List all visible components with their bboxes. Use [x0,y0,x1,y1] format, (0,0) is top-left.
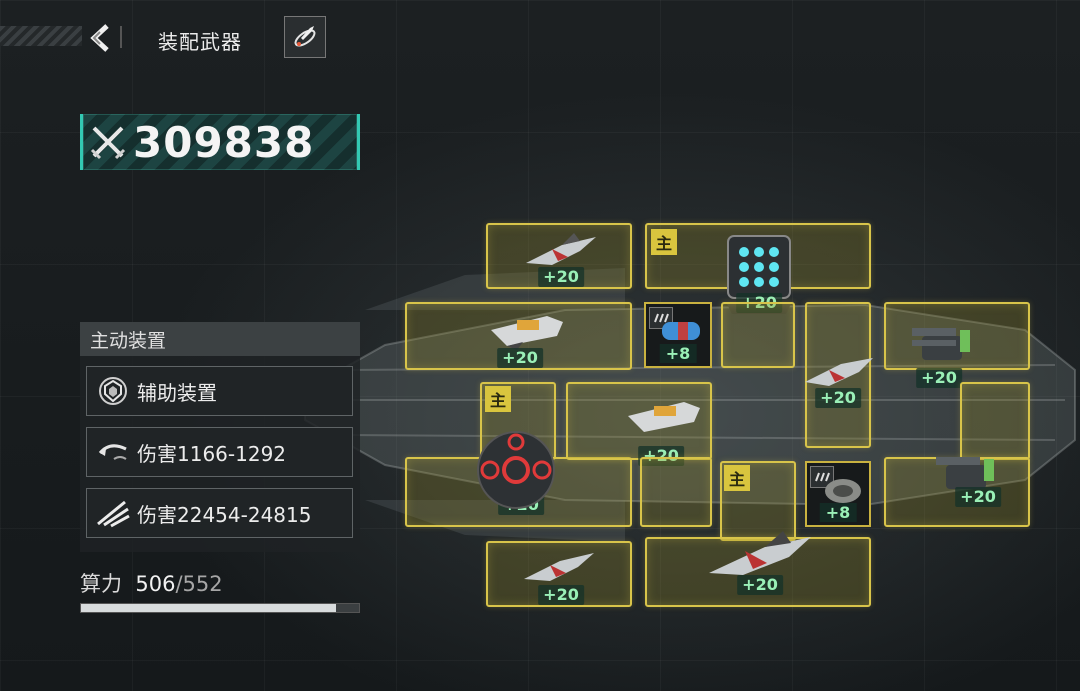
active-device-panel: 主动装置 辅助装置 伤害1166-1292 伤害22454-24815 [80,322,360,552]
weapon-slot-9[interactable]: +8 [805,461,871,527]
weapon-slot-4-extension[interactable] [721,302,795,368]
battery-icon [662,322,700,340]
damage-row-2[interactable]: 伤害22454-24815 [86,488,353,538]
weapon-slot-10[interactable]: +20 [884,457,1030,527]
combat-power-value: 309838 [133,117,315,167]
sphere-drone-icon [477,431,555,509]
damage-value-1: 伤害1166-1292 [137,441,287,466]
weapon-slot-5[interactable]: +20 [805,302,873,448]
capacity-bar [80,603,360,613]
weapon-slot-4[interactable]: +8 [644,302,712,368]
slot-12-level: +20 [737,575,783,595]
turret-icon [912,328,970,360]
slot-9-level: +8 [819,503,857,522]
weapon-slot-3[interactable]: +20 [405,302,632,370]
weapon-slot-1[interactable]: +20 [486,223,632,289]
back-button[interactable] [82,20,118,56]
weapon-slot-11[interactable]: +20 [486,541,632,607]
main-badge-1: 主 [651,229,677,255]
engine-icon [825,479,861,503]
slot-11-level: +20 [538,585,584,605]
panel-header: 主动装置 [80,322,360,356]
rocket-icon [294,26,316,47]
main-badge-2: 主 [485,386,511,412]
fighter-jet-icon [526,233,596,265]
capacity-label: 算力 [80,572,122,596]
header-separator [120,26,122,48]
damage-value-2: 伤害22454-24815 [137,502,312,527]
fighter-jet-icon [709,531,811,575]
slot-3-level: +20 [497,348,543,368]
top-bar: 装配武器 [0,16,330,62]
auxiliary-device-row[interactable]: 辅助装置 [86,366,353,416]
railgun-icon [628,402,700,432]
slot-5-level: +20 [815,388,861,408]
weapon-slot-8[interactable]: +20 [566,382,712,466]
chevron-left-icon [90,24,109,52]
curved-arrow-icon [95,434,131,470]
slot-1-level: +20 [538,267,584,287]
slot-10-level: +20 [955,487,1001,507]
page-title: 装配武器 [158,30,242,54]
auxiliary-device-label: 辅助装置 [137,380,217,405]
railgun-icon [491,316,563,350]
main-badge-3: 主 [724,465,750,491]
weapon-slot-12[interactable]: +20 [645,531,871,607]
computing-capacity: 算力 506/552 [80,572,223,596]
fighter-jet-icon [805,358,873,386]
capacity-bar-fill [81,604,336,612]
capacity-current: 506 [135,572,176,596]
combat-power-box: 309838 [80,114,360,170]
header-stripe [0,26,82,46]
shield-emblem-icon [95,373,131,409]
weapon-slot-8-extension[interactable] [640,457,712,527]
slot-4-level: +8 [659,344,697,363]
claw-slash-icon [95,495,131,531]
rocket-button[interactable] [284,16,326,58]
slot-6-level: +20 [916,368,962,388]
capacity-max: 552 [182,572,223,596]
crossed-swords-icon [83,114,133,170]
damage-row-1[interactable]: 伤害1166-1292 [86,427,353,477]
fighter-jet-icon [524,553,594,581]
weapon-slot-6[interactable]: +20 [884,302,1030,388]
